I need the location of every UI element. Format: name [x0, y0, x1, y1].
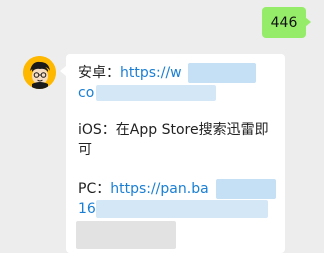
redacted-android-link-tail: [96, 85, 216, 101]
ios-line-2: 可: [78, 142, 92, 158]
ios-line-1: iOS：在App Store搜索迅雷即: [78, 122, 269, 138]
android-label: 安卓：: [78, 65, 120, 81]
android-link-continued: co: [78, 83, 94, 103]
redacted-text-block: [76, 221, 176, 249]
pc-link-continued-text[interactable]: 16: [78, 201, 96, 217]
pc-link[interactable]: https://pan.ba: [110, 181, 208, 197]
pc-line: PC：https://pan.ba: [78, 179, 209, 199]
cartoon-avatar-icon: [23, 56, 56, 89]
redacted-pc-link-tail: [96, 200, 268, 218]
sent-message-text: 446: [270, 14, 298, 31]
android-link-continued-text[interactable]: co: [78, 85, 94, 101]
redacted-pc-link-end: [216, 179, 276, 199]
contact-avatar[interactable]: [23, 56, 56, 89]
pc-label: PC：: [78, 181, 111, 197]
received-message-bubble[interactable]: 安卓：https://w co iOS：在App Store搜索迅雷即 可 PC…: [60, 54, 285, 253]
android-line: 安卓：https://w: [78, 63, 182, 83]
redacted-android-link-end: [188, 63, 256, 83]
sent-message-bubble[interactable]: 446: [262, 7, 311, 38]
pc-link-continued: 16: [78, 199, 96, 219]
android-link[interactable]: https://w: [120, 65, 182, 81]
